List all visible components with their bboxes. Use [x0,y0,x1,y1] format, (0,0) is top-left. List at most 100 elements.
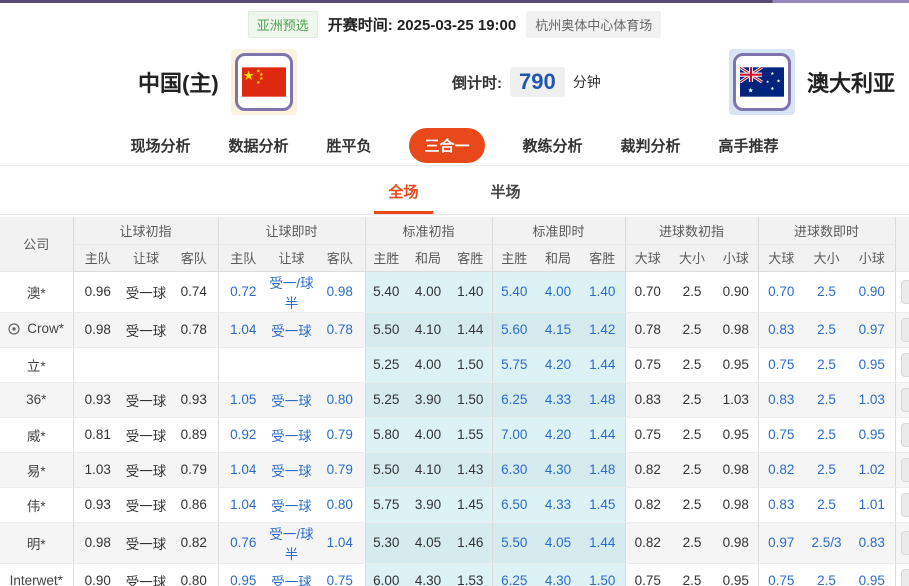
company-cell[interactable]: 立* [0,347,73,382]
svg-text:★: ★ [748,87,754,95]
odds-cell: 受一/球半 [268,271,315,312]
company-name: 立* [27,359,46,374]
odds-cell: 0.95 [714,417,758,452]
row-action-button[interactable] [901,353,909,377]
countdown-label: 倒计时: [452,72,502,93]
group-header-std-initial: 标准初指 [365,217,492,244]
company-name: 明* [27,537,46,552]
row-action-button[interactable] [901,569,909,586]
odds-cell: 0.83 [758,382,804,417]
company-cell[interactable]: 明* [0,522,73,563]
odds-cell: 0.82 [625,452,670,487]
odds-cell: 受一球 [122,522,170,563]
odds-cell: 1.45 [449,487,492,522]
odds-cell: 1.04 [218,452,268,487]
odds-cell: 5.75 [365,487,407,522]
row-action-button[interactable] [901,280,909,304]
odds-cell: 4.00 [407,347,449,382]
odds-cell: 0.82 [758,452,804,487]
odds-cell: 1.03 [849,382,895,417]
table-row: 澳* 0.96 受一球 0.74 0.72 受一/球半 0.98 5.40 4.… [0,271,909,312]
company-cell[interactable]: 伟* [0,487,73,522]
row-action-button[interactable] [901,493,909,517]
odds-cell: 1.44 [580,522,625,563]
group-header-handicap-initial: 让球初指 [73,217,218,244]
action-cell [895,417,909,452]
odds-cell: 0.95 [714,347,758,382]
odds-cell: 2.5 [804,312,849,347]
odds-cell: 0.86 [170,487,218,522]
action-cell [895,487,909,522]
odds-cell: 1.50 [449,382,492,417]
scope-tab-0[interactable]: 全场 [374,181,432,214]
odds-cell: 0.80 [315,487,365,522]
odds-cell: 1.04 [218,312,268,347]
company-cell[interactable]: 易* [0,452,73,487]
odds-cell: 0.75 [758,347,804,382]
nav-tab-0[interactable]: 现场分析 [130,135,190,156]
odds-cell: 受一球 [122,452,170,487]
company-cell[interactable]: Interwet* [0,563,73,586]
action-cell [895,382,909,417]
odds-cell: 0.93 [73,382,122,417]
scope-tabs: 全场 半场 [0,166,909,215]
home-team-name: 中国(主) [138,66,219,98]
odds-cell: 4.10 [407,452,449,487]
odds-cell: 0.82 [625,487,670,522]
odds-cell: 4.00 [407,271,449,312]
odds-cell: 1.03 [73,452,122,487]
odds-cell: 5.50 [492,522,536,563]
subheader: 主胜 [365,244,407,271]
row-action-button[interactable] [901,531,909,555]
match-header: 中国(主) ★ ★ ★ ★ ★ 倒计时: 790 分钟 [0,39,909,125]
svg-text:★: ★ [770,71,774,77]
away-flag-wrap: ★ ★ ★ ★ ★ [729,49,795,115]
company-cell[interactable]: Crow* [0,312,73,347]
odds-cell: 3.90 [407,487,449,522]
company-name: Crow* [27,321,64,336]
company-cell[interactable]: 澳* [0,271,73,312]
odds-cell: 0.83 [758,312,804,347]
odds-cell: 0.83 [849,522,895,563]
nav-tab-1[interactable]: 数据分析 [228,135,288,156]
odds-cell: 0.75 [315,563,365,586]
odds-cell: 0.80 [315,382,365,417]
nav-tab-2[interactable]: 胜平负 [326,135,371,156]
svg-text:★: ★ [766,79,770,84]
odds-cell: 7.00 [492,417,536,452]
odds-cell: 2.5 [804,452,849,487]
nav-tab-5[interactable]: 裁判分析 [621,135,681,156]
away-team-name: 澳大利亚 [807,66,895,98]
odds-cell: 0.75 [758,563,804,586]
row-action-button[interactable] [901,458,909,482]
action-cell [895,522,909,563]
odds-cell: 0.78 [625,312,670,347]
scope-tab-1[interactable]: 半场 [477,181,535,214]
odds-cell: 0.98 [714,452,758,487]
odds-cell: 0.90 [714,271,758,312]
odds-cell: 受一球 [122,271,170,312]
row-action-button[interactable] [901,388,909,412]
odds-cell [73,347,122,382]
company-cell[interactable]: 威* [0,417,73,452]
subheader: 小球 [849,244,895,271]
odds-cell: 4.20 [536,347,580,382]
odds-cell: 2.5 [804,487,849,522]
company-cell[interactable]: 36* [0,382,73,417]
odds-cell: 6.25 [492,382,536,417]
odds-cell: 1.44 [580,417,625,452]
subheader: 和局 [536,244,580,271]
odds-cell: 4.10 [407,312,449,347]
odds-cell: 2.5 [804,347,849,382]
odds-cell: 0.83 [758,487,804,522]
row-action-button[interactable] [901,318,909,342]
nav-tab-3[interactable]: 三合一 [409,128,484,163]
odds-cell [315,347,365,382]
nav-tab-6[interactable]: 高手推荐 [719,135,779,156]
odds-cell: 2.5 [670,487,714,522]
subheader: 让球 [268,244,315,271]
row-action-button[interactable] [901,423,909,447]
table-row: Crow* 0.98 受一球 0.78 1.04 受一球 0.78 5.50 4… [0,312,909,347]
nav-tab-4[interactable]: 教练分析 [523,135,583,156]
odds-cell: 0.75 [625,347,670,382]
